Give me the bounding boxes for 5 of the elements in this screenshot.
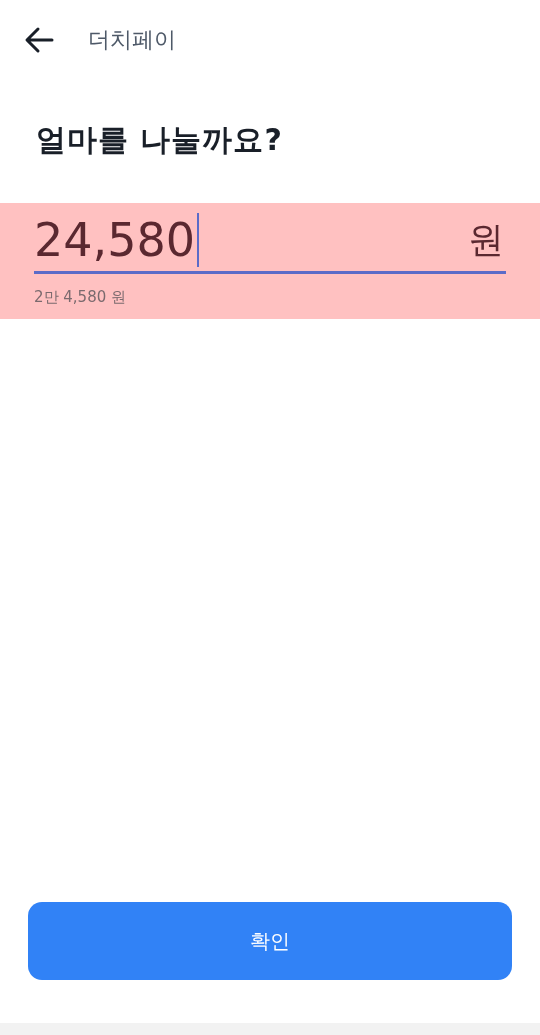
confirm-button[interactable]: 확인 [28,902,512,980]
page-title: 더치페이 [88,26,176,54]
amount-hint: 2만 4,580 원 [34,288,127,307]
amount-field[interactable]: 24,580 원 [34,209,506,274]
question-heading: 얼마를 나눌까요? [36,121,284,159]
